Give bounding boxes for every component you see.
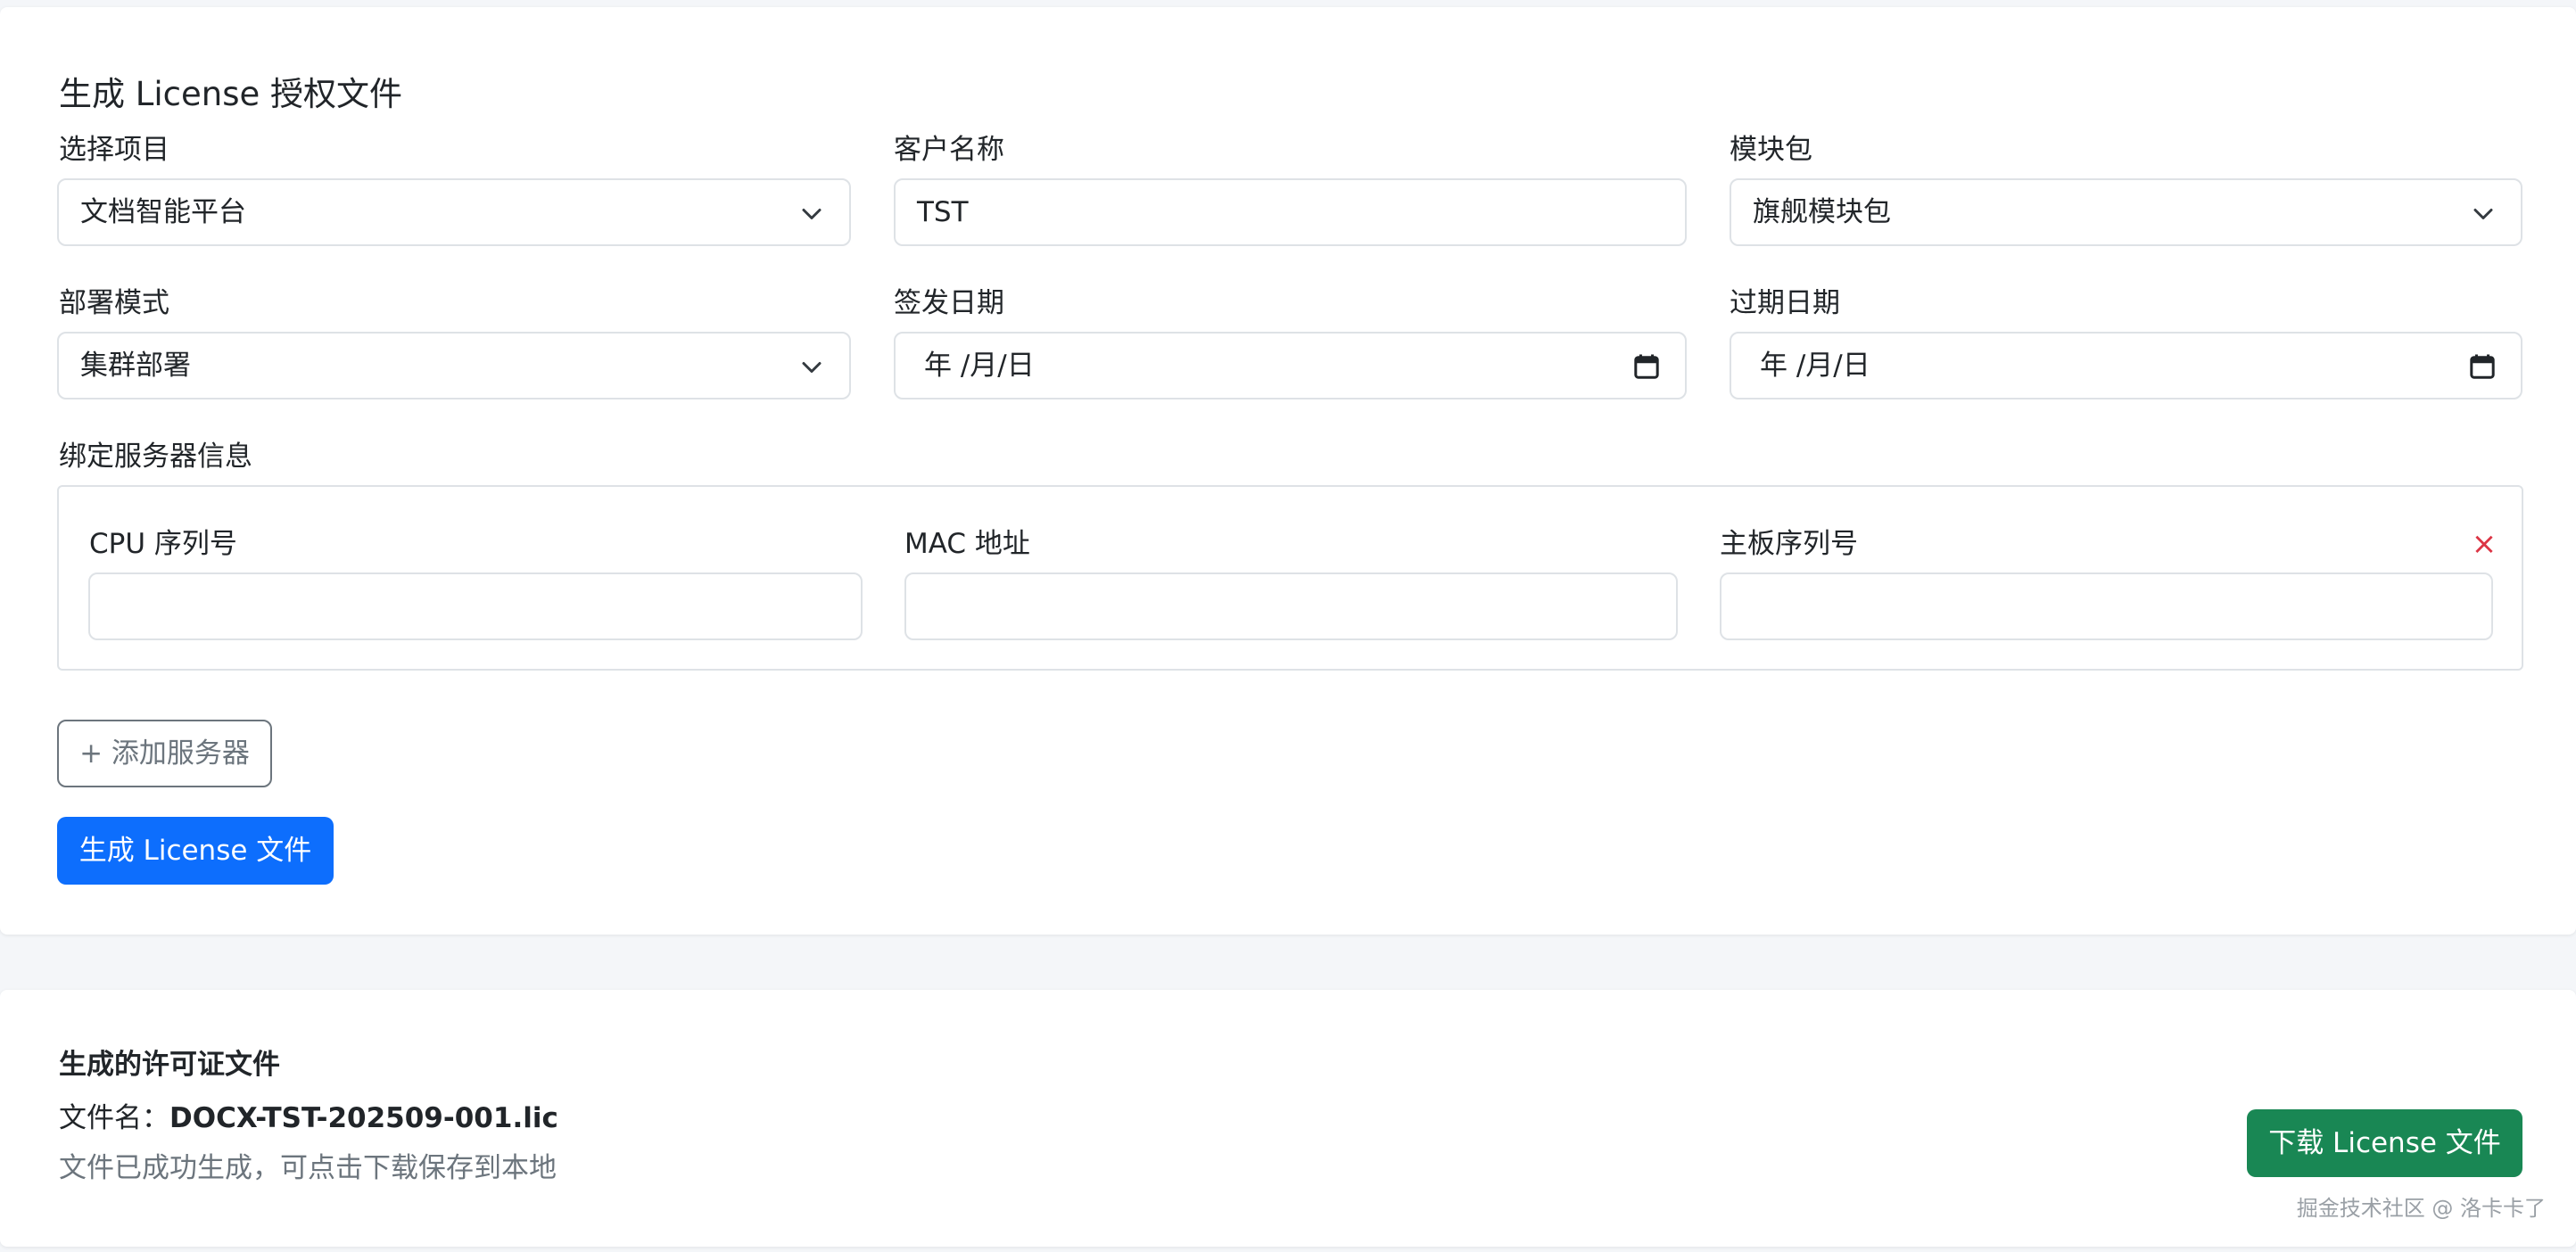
expire-date-input[interactable]: 年 /月/日 [1730, 332, 2522, 399]
remove-server-icon[interactable]: × [2466, 526, 2502, 562]
expire-date-label: 过期日期 [1730, 287, 1840, 319]
page-title: 生成 License 授权文件 [59, 75, 403, 113]
issue-date-label: 签发日期 [894, 287, 1004, 319]
add-server-button[interactable]: + 添加服务器 [57, 720, 272, 787]
server-binding-label: 绑定服务器信息 [59, 441, 252, 473]
mac-address-label: MAC 地址 [904, 528, 1030, 560]
cpu-serial-input[interactable] [88, 572, 863, 640]
board-serial-input[interactable] [1720, 572, 2493, 640]
watermark-text: 掘金技术社区 @ 洛卡卡了 [2296, 1196, 2546, 1221]
license-form-card: 生成 License 授权文件 选择项目 文档智能平台 客户名称 TST 模块包… [0, 7, 2576, 935]
mac-address-input[interactable] [904, 572, 1678, 640]
success-hint: 文件已成功生成，可点击下载保存到本地 [59, 1152, 557, 1184]
expire-date-placeholder: 年 /月/日 [1760, 350, 1870, 382]
result-card: 生成的许可证文件 文件名：DOCX-TST-202509-001.lic 文件已… [0, 990, 2576, 1247]
project-select[interactable]: 文档智能平台 [57, 178, 851, 246]
issue-date-placeholder: 年 /月/日 [924, 350, 1035, 382]
deploy-mode-value: 集群部署 [80, 350, 191, 382]
board-serial-label: 主板序列号 [1720, 528, 1858, 560]
calendar-icon[interactable] [1633, 353, 1660, 380]
generate-license-button[interactable]: 生成 License 文件 [57, 817, 334, 885]
issue-date-input[interactable]: 年 /月/日 [894, 332, 1687, 399]
calendar-icon[interactable] [2469, 353, 2496, 380]
chevron-down-icon [802, 209, 822, 219]
module-label: 模块包 [1730, 134, 1812, 166]
cpu-serial-label: CPU 序列号 [89, 528, 237, 560]
file-name-prefix: 文件名： [59, 1102, 169, 1134]
file-name-line: 文件名：DOCX-TST-202509-001.lic [59, 1100, 558, 1136]
module-select-value: 旗舰模块包 [1753, 196, 1891, 228]
project-label: 选择项目 [59, 134, 169, 166]
download-license-button[interactable]: 下载 License 文件 [2247, 1109, 2522, 1177]
chevron-down-icon [2473, 209, 2493, 219]
result-title: 生成的许可证文件 [59, 1049, 280, 1081]
customer-label: 客户名称 [894, 134, 1004, 166]
chevron-down-icon [802, 362, 822, 373]
project-select-value: 文档智能平台 [80, 196, 246, 228]
customer-name-input[interactable]: TST [894, 178, 1687, 246]
module-select[interactable]: 旗舰模块包 [1730, 178, 2522, 246]
customer-name-value: TST [917, 196, 969, 228]
file-name-value: DOCX-TST-202509-001.lic [169, 1102, 558, 1134]
deploy-label: 部署模式 [59, 287, 169, 319]
deploy-mode-select[interactable]: 集群部署 [57, 332, 851, 399]
